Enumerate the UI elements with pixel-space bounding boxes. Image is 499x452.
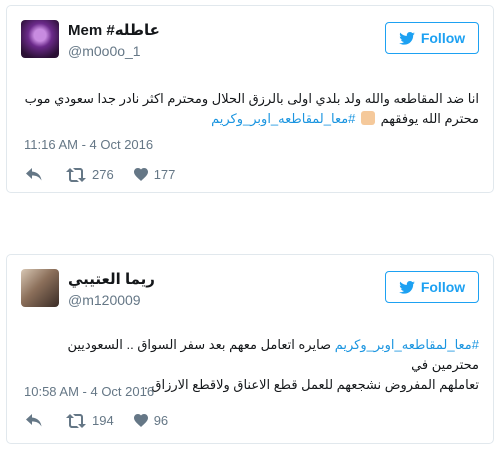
reply-button[interactable]: [26, 168, 42, 181]
follow-button[interactable]: Follow: [385, 271, 479, 303]
tweet-card-2: ريما العتيبي @m120009 Follow #معا_لمقاطع…: [6, 254, 494, 444]
like-count: 177: [153, 167, 176, 182]
tweet-text-plain: محترم الله يوفقهم: [377, 111, 479, 126]
like-button[interactable]: 96: [133, 413, 169, 428]
reply-icon: [26, 414, 42, 427]
follow-label: Follow: [420, 279, 466, 295]
handle[interactable]: @m120009: [68, 291, 155, 309]
follow-button[interactable]: Follow: [385, 22, 479, 54]
tweet-text-line-1: #معا_لمقاطعه_اوبر_وكريم صايره اتعامل معه…: [21, 335, 479, 375]
like-count: 96: [153, 413, 169, 428]
follow-label: Follow: [420, 30, 466, 46]
tweet-header: ريما العتيبي @m120009: [21, 269, 155, 309]
heart-icon: [133, 414, 148, 427]
avatar[interactable]: [21, 20, 59, 58]
retweet-icon: [66, 413, 86, 428]
retweet-button[interactable]: 194: [66, 413, 114, 428]
tweet-card-1: Mem #عاطله @m0o0o_1 Follow انا ضد المقاط…: [6, 5, 494, 193]
retweet-count: 194: [92, 413, 114, 428]
timestamp[interactable]: 10:58 AM - 4 Oct 2016: [24, 384, 154, 399]
twitter-bird-icon: [399, 280, 415, 294]
display-name[interactable]: ريما العتيبي: [68, 270, 155, 289]
handle[interactable]: @m0o0o_1: [68, 42, 160, 60]
hashtag-link[interactable]: #معا_لمقاطعه_اوبر_وكريم: [211, 111, 355, 126]
twitter-bird-icon: [399, 31, 415, 45]
timestamp[interactable]: 11:16 AM - 4 Oct 2016: [24, 137, 153, 152]
hashtag-link[interactable]: #معا_لمقاطعه_اوبر_وكريم: [335, 337, 479, 352]
retweet-icon: [66, 167, 86, 182]
author-names[interactable]: Mem #عاطله @m0o0o_1: [68, 21, 160, 60]
tweet-text-line-2: محترم الله يوفقهم #معا_لمقاطعه_اوبر_وكري…: [21, 109, 479, 129]
thumbs-up-emoji: [361, 111, 376, 125]
retweet-count: 276: [92, 167, 114, 182]
reply-button[interactable]: [26, 414, 42, 427]
tweet-actions: 194 96: [26, 413, 168, 428]
like-button[interactable]: 177: [133, 167, 176, 182]
tweet-text: انا ضد المقاطعه والله ولد بلدي اولى بالر…: [21, 89, 479, 129]
tweet-header: Mem #عاطله @m0o0o_1: [21, 20, 160, 60]
avatar[interactable]: [21, 269, 59, 307]
tweet-text-line-1: انا ضد المقاطعه والله ولد بلدي اولى بالر…: [24, 91, 479, 106]
reply-icon: [26, 168, 42, 181]
author-names[interactable]: ريما العتيبي @m120009: [68, 270, 155, 309]
heart-icon: [133, 168, 148, 181]
display-name[interactable]: Mem #عاطله: [68, 21, 160, 40]
tweet-actions: 276 177: [26, 167, 175, 182]
retweet-button[interactable]: 276: [66, 167, 114, 182]
